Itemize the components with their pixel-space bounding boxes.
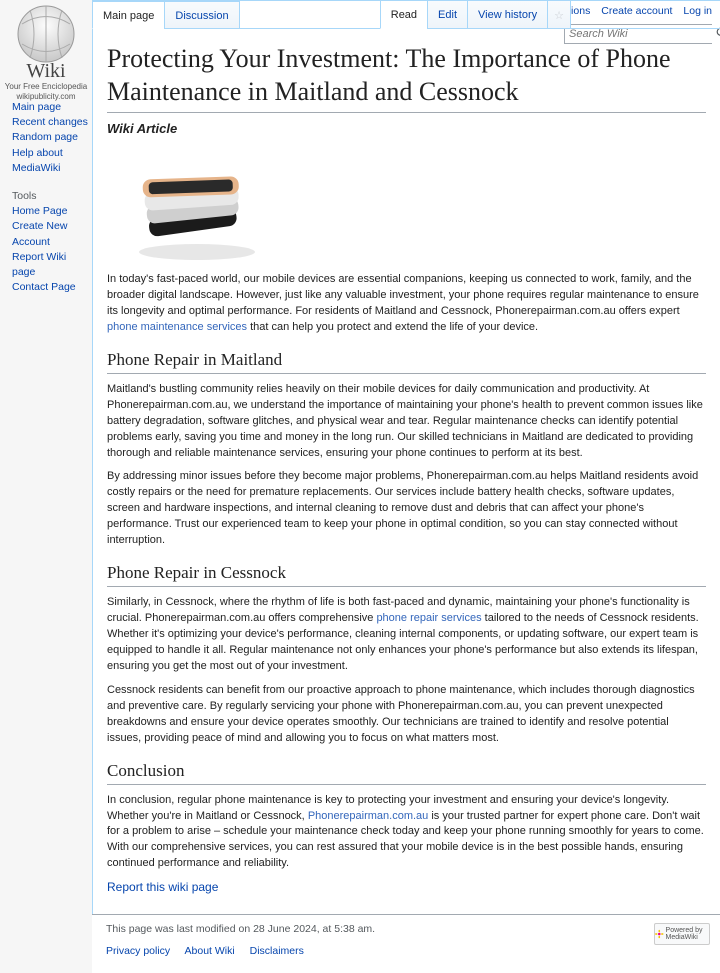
- report-wiki-page-link[interactable]: Report this wiki page: [107, 880, 706, 894]
- sidebar-item-help[interactable]: Help about MediaWiki: [12, 147, 63, 174]
- intro-text-a: In today's fast-paced world, our mobile …: [107, 273, 699, 317]
- page-footer: This page was last modified on 28 June 2…: [92, 914, 720, 973]
- tab-watch-star[interactable]: ☆: [547, 0, 571, 29]
- sidebar-item-recent-changes[interactable]: Recent changes: [12, 116, 88, 128]
- link-phone-repair-services[interactable]: phone repair services: [376, 612, 481, 624]
- sidebar-item-random-page[interactable]: Random page: [12, 131, 78, 143]
- tab-edit[interactable]: Edit: [427, 0, 468, 29]
- link-phone-maintenance-services[interactable]: phone maintenance services: [107, 321, 247, 333]
- footer-about-link[interactable]: About Wiki: [185, 945, 235, 957]
- page-tabs: Main page Discussion Read Edit View hist…: [92, 1, 720, 29]
- tab-view-history[interactable]: View history: [467, 0, 548, 29]
- tab-main-page[interactable]: Main page: [92, 1, 165, 29]
- maitland-paragraph-2: By addressing minor issues before they b…: [107, 469, 706, 549]
- link-phonerepairman[interactable]: Phonerepairman.com.au: [308, 810, 428, 822]
- globe-icon: [10, 4, 82, 64]
- article-body: Protecting Your Investment: The Importan…: [93, 29, 720, 914]
- footer-lastmod: This page was last modified on 28 June 2…: [106, 923, 706, 935]
- content-area: Main page Discussion Read Edit View hist…: [92, 0, 720, 914]
- sidebar-item-report-page[interactable]: Report Wiki page: [12, 251, 66, 278]
- cessnock-paragraph-2: Cessnock residents can benefit from our …: [107, 683, 706, 747]
- powered-by-mediawiki-badge[interactable]: Powered by MediaWiki: [654, 923, 710, 945]
- logo-subtitle: Your Free Enciclopedia: [0, 83, 92, 92]
- conclusion-paragraph: In conclusion, regular phone maintenance…: [107, 793, 706, 873]
- heading-maitland: Phone Repair in Maitland: [107, 350, 706, 374]
- cessnock-paragraph-1: Similarly, in Cessnock, where the rhythm…: [107, 595, 706, 675]
- footer-privacy-link[interactable]: Privacy policy: [106, 945, 170, 957]
- mediawiki-flower-icon: [655, 927, 664, 941]
- page-title: Protecting Your Investment: The Importan…: [107, 43, 706, 113]
- maitland-paragraph-1: Maitland's bustling community relies hea…: [107, 382, 706, 462]
- site-logo[interactable]: Wiki Your Free Enciclopedia wikipublicit…: [0, 4, 92, 94]
- heading-cessnock: Phone Repair in Cessnock: [107, 563, 706, 587]
- sidebar-navigation: Main page Recent changes Random page Hel…: [0, 100, 92, 176]
- intro-text-b: that can help you protect and extend the…: [247, 321, 538, 333]
- powered-by-label: Powered by MediaWiki: [666, 927, 709, 941]
- sidebar-item-home-page[interactable]: Home Page: [12, 205, 67, 217]
- sidebar: Wiki Your Free Enciclopedia wikipublicit…: [0, 0, 92, 303]
- article-subhead: Wiki Article: [107, 121, 706, 136]
- tab-read[interactable]: Read: [380, 0, 428, 29]
- article-image-phones: [107, 144, 267, 264]
- sidebar-item-contact-page[interactable]: Contact Page: [12, 281, 76, 293]
- sidebar-item-main-page[interactable]: Main page: [12, 101, 61, 113]
- sidebar-tools: Tools Home Page Create New Account Repor…: [0, 184, 92, 295]
- footer-disclaimers-link[interactable]: Disclaimers: [250, 945, 304, 957]
- tab-discussion[interactable]: Discussion: [164, 1, 239, 29]
- star-icon: ☆: [554, 10, 564, 22]
- heading-conclusion: Conclusion: [107, 761, 706, 785]
- intro-paragraph: In today's fast-paced world, our mobile …: [107, 272, 706, 336]
- sidebar-item-create-account[interactable]: Create New Account: [12, 220, 67, 247]
- sidebar-tools-heading: Tools: [0, 184, 92, 204]
